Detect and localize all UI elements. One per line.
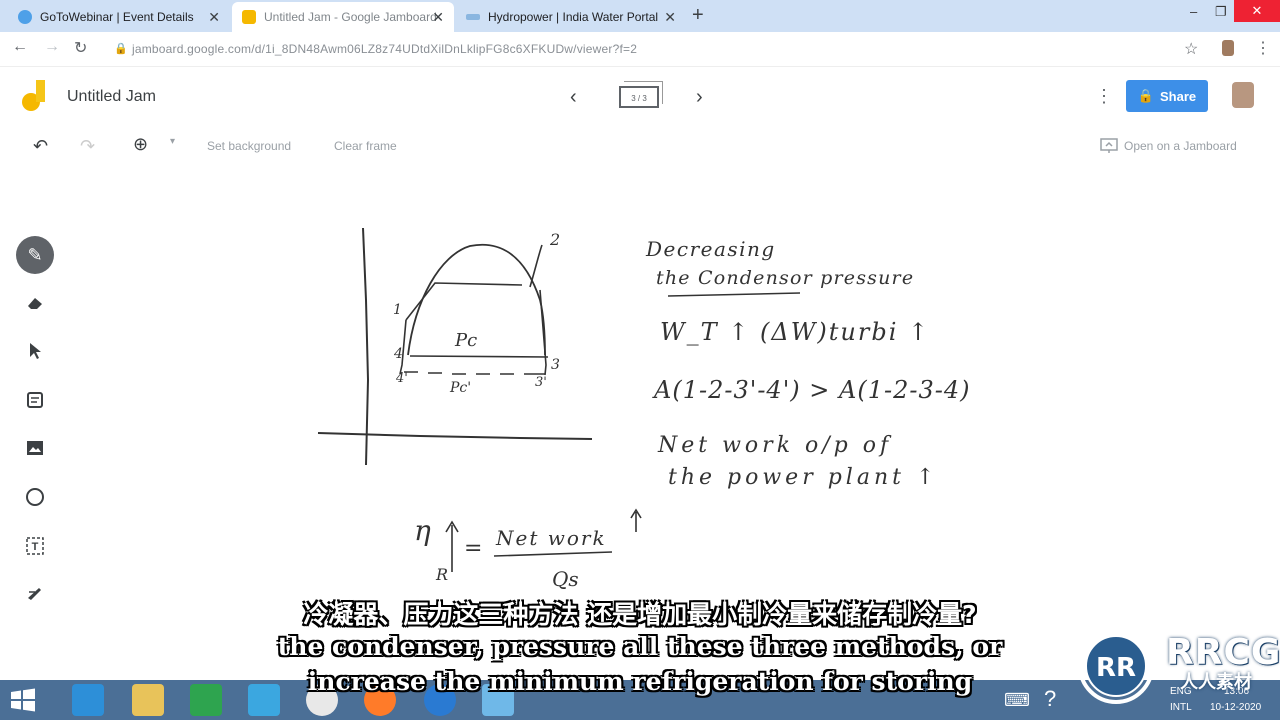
formula-subscript: R bbox=[435, 565, 448, 584]
jamboard-logo-icon bbox=[22, 80, 45, 111]
ts-diagram: 2 1 4 3 4' 3' Pc Pc' bbox=[317, 227, 593, 466]
bookmark-star-icon[interactable]: ☆ bbox=[1184, 39, 1198, 59]
lock-icon: 🔒 bbox=[114, 43, 128, 55]
next-frame-icon[interactable]: › bbox=[696, 86, 703, 109]
formula-lhs: η bbox=[414, 514, 431, 547]
minimize-icon[interactable]: – bbox=[1190, 4, 1197, 19]
tab-title: Hydropower | India Water Portal bbox=[488, 10, 659, 24]
efficiency-formula: η R = Net work Qs bbox=[414, 508, 642, 591]
set-background-button[interactable]: Set background bbox=[207, 139, 291, 153]
cast-to-jamboard-icon bbox=[1100, 138, 1118, 153]
cycle-line-low bbox=[409, 355, 549, 358]
redo-icon[interactable]: ↷ bbox=[80, 136, 95, 157]
gotowebinar-icon bbox=[18, 10, 32, 24]
pc-prime-label: Pc' bbox=[449, 380, 471, 396]
open-on-jamboard-button[interactable]: Open on a Jamboard bbox=[1100, 138, 1237, 154]
rrcg-logo-icon: RR bbox=[1078, 628, 1154, 704]
close-tab-icon[interactable]: ✕ bbox=[208, 9, 220, 26]
handwritten-notes: Decreasing the Condensor pressure W_T ↑ … bbox=[645, 237, 971, 490]
jamboard-icon bbox=[242, 10, 256, 24]
note-line-3: W_T ↑ (ΔW)turbi ↑ bbox=[660, 318, 930, 346]
zoom-icon[interactable]: ⊕ bbox=[133, 134, 148, 155]
superheat-line bbox=[529, 244, 543, 288]
point-4-label: 4 bbox=[393, 346, 403, 362]
layout-label[interactable]: INTL bbox=[1170, 702, 1192, 713]
lock-icon: 🔒 bbox=[1137, 88, 1155, 103]
tab-gotowebinar[interactable]: GoToWebinar | Event Details ✕ bbox=[8, 2, 230, 32]
tab-title: GoToWebinar | Event Details bbox=[40, 10, 194, 24]
note-line-4: A(1-2-3'-4') > A(1-2-3-4) bbox=[652, 376, 971, 404]
pc-label: Pc bbox=[454, 330, 477, 351]
cycle-line-high bbox=[405, 282, 523, 321]
watermark-logo-subtext: 人人素材 bbox=[1180, 672, 1252, 692]
jam-title[interactable]: Untitled Jam bbox=[67, 88, 156, 106]
back-icon[interactable]: ← bbox=[12, 38, 28, 56]
clock-date[interactable]: 10-12-2020 bbox=[1210, 702, 1261, 713]
fraction-bar bbox=[493, 551, 613, 557]
reload-icon[interactable]: ↻ bbox=[74, 38, 87, 58]
new-tab-button[interactable]: + bbox=[692, 4, 704, 27]
tab-jamboard[interactable]: Untitled Jam - Google Jamboard ✕ bbox=[232, 2, 454, 32]
zoom-dropdown-icon[interactable]: ▾ bbox=[170, 136, 175, 147]
x-axis bbox=[317, 432, 593, 440]
forward-icon[interactable]: → bbox=[44, 38, 60, 56]
formula-denominator: Qs bbox=[552, 567, 579, 591]
window-close-icon[interactable]: ✕ bbox=[1234, 0, 1280, 22]
frame-indicator[interactable]: 3 / 3 bbox=[619, 86, 659, 108]
note-line-6: the power plant ↑ bbox=[668, 465, 938, 490]
browser-tab-strip: GoToWebinar | Event Details ✕ Untitled J… bbox=[0, 0, 1280, 32]
point-4-prime-label: 4' bbox=[395, 371, 408, 386]
address-bar: ← → ↻ 🔒 jamboard.google.com/d/1i_8DN48Aw… bbox=[0, 32, 1280, 67]
point-2-label: 2 bbox=[549, 230, 560, 249]
numerator-arrow bbox=[630, 508, 642, 532]
previous-frame-icon[interactable]: ‹ bbox=[570, 86, 577, 109]
open-on-jamboard-label: Open on a Jamboard bbox=[1124, 139, 1237, 153]
url-field[interactable]: jamboard.google.com/d/1i_8DN48Awm06LZ8z7… bbox=[132, 42, 637, 56]
user-avatar[interactable] bbox=[1232, 82, 1254, 108]
point-1-label: 1 bbox=[393, 302, 402, 318]
note-line-2: the Condensor pressure bbox=[656, 267, 914, 289]
note-underline bbox=[667, 292, 801, 297]
formula-equals: = bbox=[464, 536, 482, 561]
note-line-5: Net work o/p of bbox=[657, 433, 892, 458]
watermark-logo-text: RRCG bbox=[1166, 632, 1280, 673]
browser-menu-icon[interactable]: ⋮ bbox=[1255, 38, 1271, 58]
close-tab-icon[interactable]: ✕ bbox=[432, 9, 444, 26]
close-tab-icon[interactable]: ✕ bbox=[664, 9, 676, 26]
share-label: Share bbox=[1160, 88, 1197, 104]
share-button[interactable]: 🔒 Share bbox=[1126, 80, 1208, 112]
undo-icon[interactable]: ↶ bbox=[33, 136, 48, 157]
clear-frame-button[interactable]: Clear frame bbox=[334, 139, 397, 153]
point-3-label: 3 bbox=[551, 357, 560, 373]
formula-numerator: Net work bbox=[495, 526, 607, 550]
note-line-1: Decreasing bbox=[645, 237, 776, 261]
lowered-condenser-line bbox=[404, 371, 545, 375]
y-axis bbox=[362, 227, 370, 466]
profile-avatar[interactable] bbox=[1222, 40, 1234, 56]
tab-title: Untitled Jam - Google Jamboard bbox=[264, 10, 437, 24]
svg-text:RR: RR bbox=[1096, 653, 1136, 683]
point-3-prime-label: 3' bbox=[535, 375, 547, 390]
tab-hydropower[interactable]: Hydropower | India Water Portal ✕ bbox=[456, 2, 686, 32]
more-options-icon[interactable]: ⋮ bbox=[1095, 86, 1113, 107]
restore-icon[interactable]: ❐ bbox=[1215, 4, 1227, 20]
india-water-portal-icon bbox=[466, 14, 480, 20]
